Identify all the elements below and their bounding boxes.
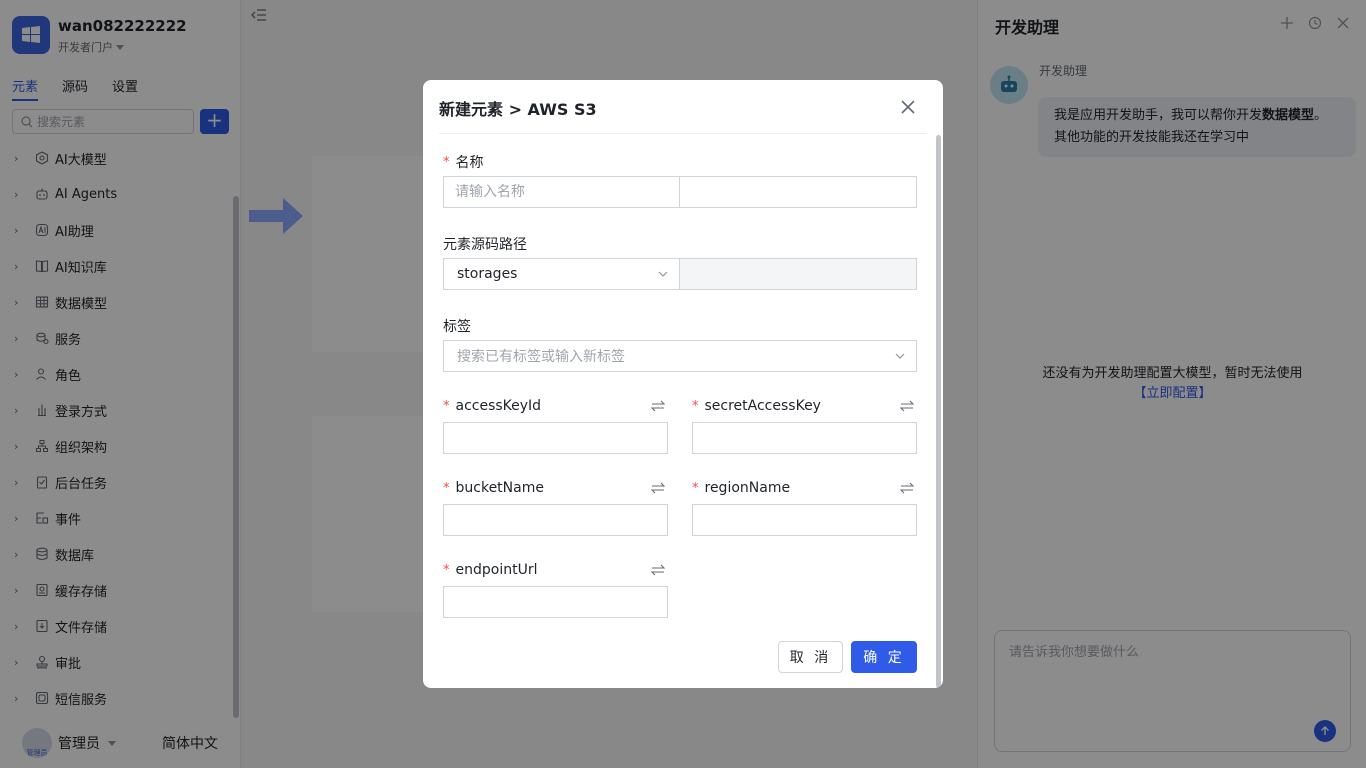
dialog-title: 新建元素 > AWS S3 xyxy=(439,100,597,119)
field-label: accessKeyId xyxy=(455,398,542,414)
swap-icon[interactable] xyxy=(899,482,915,498)
swap-icon[interactable] xyxy=(899,400,915,416)
required-mark: * xyxy=(443,480,450,496)
divider xyxy=(439,133,927,134)
required-mark: * xyxy=(443,398,450,414)
access-key-id-input[interactable] xyxy=(443,422,668,454)
endpoint-url-input[interactable] xyxy=(443,586,668,618)
tags-select[interactable]: 搜索已有标签或输入新标签 xyxy=(443,340,917,372)
endpoint-url-label: * endpointUrl xyxy=(443,562,537,578)
source-path-select[interactable]: storages xyxy=(443,258,680,290)
required-mark: * xyxy=(443,154,450,170)
chevron-down-icon xyxy=(658,271,668,277)
field-label: secretAccessKey xyxy=(704,398,821,414)
source-path-value: storages xyxy=(457,266,518,282)
dialog-scrollbar[interactable] xyxy=(936,135,941,688)
secret-access-key-input[interactable] xyxy=(692,422,917,454)
field-label: endpointUrl xyxy=(455,562,538,578)
required-mark: * xyxy=(692,398,699,414)
bucket-name-label: * bucketName xyxy=(443,480,544,496)
field-label: 标签 xyxy=(443,319,471,335)
tags-label: 标签 xyxy=(443,316,471,336)
name-suffix-input[interactable] xyxy=(679,176,917,208)
new-element-dialog: 新建元素 > AWS S3 * 名称 元素源码路径 storages 标签 搜索… xyxy=(423,80,943,688)
name-label: * 名称 xyxy=(443,152,484,172)
region-name-label: * regionName xyxy=(692,480,790,496)
cancel-button[interactable]: 取 消 xyxy=(778,641,843,673)
access-key-id-label: * accessKeyId xyxy=(443,398,541,414)
tags-placeholder: 搜索已有标签或输入新标签 xyxy=(457,349,625,365)
field-label: 名称 xyxy=(455,155,484,171)
swap-icon[interactable] xyxy=(650,482,666,498)
field-label: 元素源码路径 xyxy=(443,237,527,253)
source-path-label: 元素源码路径 xyxy=(443,234,527,254)
swap-icon[interactable] xyxy=(650,400,666,416)
secret-access-key-label: * secretAccessKey xyxy=(692,398,821,414)
source-path-input xyxy=(679,258,917,290)
close-icon[interactable] xyxy=(899,98,917,116)
required-mark: * xyxy=(443,562,450,578)
swap-icon[interactable] xyxy=(650,564,666,580)
field-label: bucketName xyxy=(455,480,544,496)
chevron-down-icon xyxy=(895,353,905,359)
confirm-button[interactable]: 确 定 xyxy=(851,641,917,673)
field-label: regionName xyxy=(704,480,791,496)
bucket-name-input[interactable] xyxy=(443,504,668,536)
required-mark: * xyxy=(692,480,699,496)
region-name-input[interactable] xyxy=(692,504,917,536)
name-input[interactable] xyxy=(443,176,680,208)
